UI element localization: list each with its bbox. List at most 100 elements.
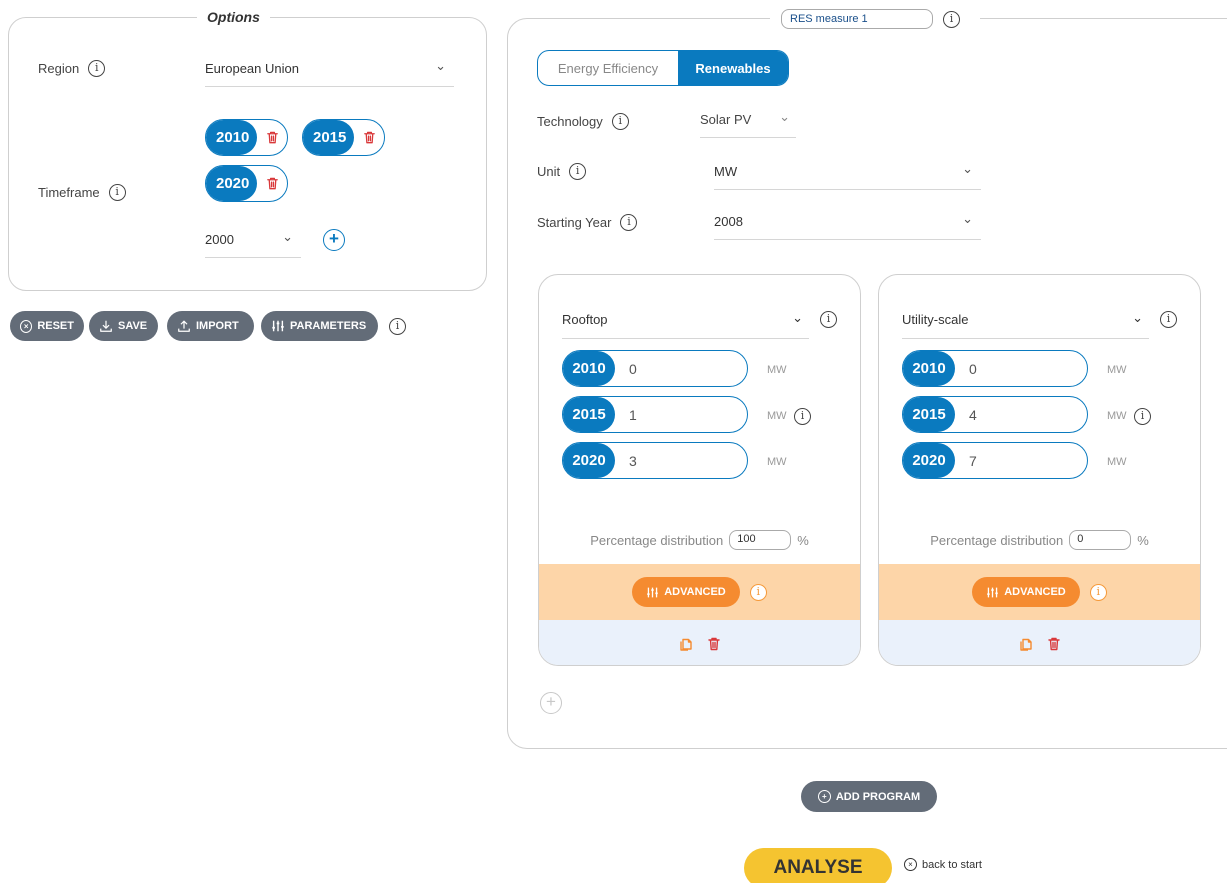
trash-icon [362, 130, 377, 145]
starting-year-label: Starting Year [537, 215, 612, 230]
analyse-button[interactable]: ANALYSE [744, 848, 892, 883]
value-row: 2015 1 [562, 396, 748, 433]
card-footer [879, 620, 1200, 665]
timeframe-label: Timeframe [38, 185, 100, 200]
info-icon[interactable]: i [820, 311, 837, 328]
row-unit: MW [1107, 456, 1127, 468]
value-row: 2010 0 [902, 350, 1088, 387]
new-year-value: 2000 [205, 232, 234, 247]
timeframe-label-group: Timeframe i [38, 184, 126, 201]
chevron-down-icon: ⌄ [962, 212, 973, 227]
card-type-value: Rooftop [562, 312, 608, 327]
trash-icon [265, 130, 280, 145]
info-icon[interactable]: i [1160, 311, 1177, 328]
technology-card: Utility-scale ⌄ i 2010 0 MW 2015 4 MW i … [878, 274, 1201, 666]
tab-renewables[interactable]: Renewables [678, 51, 788, 85]
delete-year-button[interactable] [257, 166, 287, 201]
value-row: 2015 4 [902, 396, 1088, 433]
starting-year-select[interactable]: 2008 ⌄ [714, 212, 981, 240]
technology-value: Solar PV [700, 112, 752, 127]
unit-label-group: Unit i [537, 163, 587, 180]
info-icon[interactable]: i [1089, 583, 1107, 601]
new-year-select[interactable]: 2000 ⌄ [205, 230, 301, 258]
reset-button[interactable]: × RESET [10, 311, 84, 341]
info-icon[interactable]: i [569, 163, 587, 180]
row-value-input[interactable]: 0 [615, 351, 637, 386]
save-button[interactable]: SAVE [89, 311, 158, 341]
tab-energy-efficiency[interactable]: Energy Efficiency [538, 51, 678, 85]
reset-label: RESET [37, 320, 74, 332]
row-value-input[interactable]: 3 [615, 443, 637, 478]
back-to-start-link[interactable]: × back to start [904, 858, 982, 871]
chevron-down-icon: ⌄ [779, 110, 790, 125]
delete-year-button[interactable] [354, 120, 384, 155]
import-button[interactable]: IMPORT [167, 311, 254, 341]
technology-label: Technology [537, 114, 603, 129]
advanced-button[interactable]: ADVANCED [972, 577, 1080, 607]
sliders-icon [646, 586, 659, 599]
sliders-icon [271, 319, 285, 333]
row-unit: MW [1107, 364, 1127, 376]
info-icon[interactable]: i [794, 408, 811, 425]
chevron-down-icon: ⌄ [1132, 311, 1143, 326]
card-type-select[interactable]: Utility-scale ⌄ [902, 311, 1149, 339]
add-year-button[interactable]: + [323, 229, 345, 251]
value-row: 2020 7 [902, 442, 1088, 479]
advanced-button[interactable]: ADVANCED [632, 577, 740, 607]
info-icon[interactable]: i [943, 11, 960, 28]
row-value-input[interactable]: 7 [955, 443, 977, 478]
info-icon[interactable]: i [1134, 408, 1151, 425]
info-icon[interactable]: i [88, 60, 106, 77]
starting-year-label-group: Starting Year i [537, 214, 638, 231]
info-icon[interactable]: i [389, 318, 406, 335]
row-unit: MW [767, 410, 787, 422]
info-icon[interactable]: i [620, 214, 638, 231]
region-select[interactable]: European Union ⌄ [205, 59, 454, 87]
starting-year-value: 2008 [714, 214, 743, 229]
info-icon[interactable]: i [108, 184, 126, 201]
info-icon[interactable]: i [749, 583, 767, 601]
measure-name-input[interactable]: RES measure 1 [781, 9, 933, 29]
unit-select[interactable]: MW ⌄ [714, 162, 981, 190]
close-circle-icon: × [20, 319, 33, 333]
advanced-band: ADVANCED i [879, 564, 1200, 620]
technology-label-group: Technology i [537, 113, 629, 130]
back-label: back to start [922, 858, 982, 871]
delete-year-button[interactable] [257, 120, 287, 155]
options-legend: Options [197, 9, 270, 25]
region-value: European Union [205, 61, 299, 76]
add-program-button[interactable]: + ADD PROGRAM [801, 781, 937, 812]
card-footer [539, 620, 860, 665]
download-icon [99, 319, 113, 333]
pct-unit: % [1137, 532, 1149, 548]
info-icon[interactable]: i [611, 113, 629, 130]
trash-icon[interactable] [706, 636, 722, 652]
parameters-label: PARAMETERS [290, 320, 367, 332]
upload-icon [177, 319, 191, 333]
copy-icon[interactable] [1018, 636, 1034, 652]
trash-icon[interactable] [1046, 636, 1062, 652]
technology-select[interactable]: Solar PV ⌄ [700, 110, 796, 138]
unit-value: MW [714, 164, 738, 179]
region-label: Region [38, 61, 80, 76]
close-circle-icon: × [904, 858, 917, 871]
row-value-input[interactable]: 0 [955, 351, 977, 386]
region-label-group: Region i [38, 60, 106, 77]
add-card-button[interactable]: + [540, 692, 562, 714]
year-pill: 2010 [205, 119, 289, 156]
year-pill: 2020 [205, 165, 289, 202]
row-year: 2020 [563, 443, 615, 478]
pct-input[interactable]: 0 [1069, 530, 1132, 550]
copy-icon[interactable] [678, 636, 694, 652]
pct-unit: % [797, 532, 809, 548]
unit-label: Unit [537, 164, 561, 179]
advanced-band: ADVANCED i [539, 564, 860, 620]
row-year: 2015 [903, 397, 955, 432]
save-label: SAVE [118, 320, 148, 332]
row-year: 2015 [563, 397, 615, 432]
row-value-input[interactable]: 4 [955, 397, 977, 432]
pct-input[interactable]: 100 [729, 530, 792, 550]
card-type-select[interactable]: Rooftop ⌄ [562, 311, 809, 339]
row-value-input[interactable]: 1 [615, 397, 637, 432]
parameters-button[interactable]: PARAMETERS [261, 311, 378, 341]
